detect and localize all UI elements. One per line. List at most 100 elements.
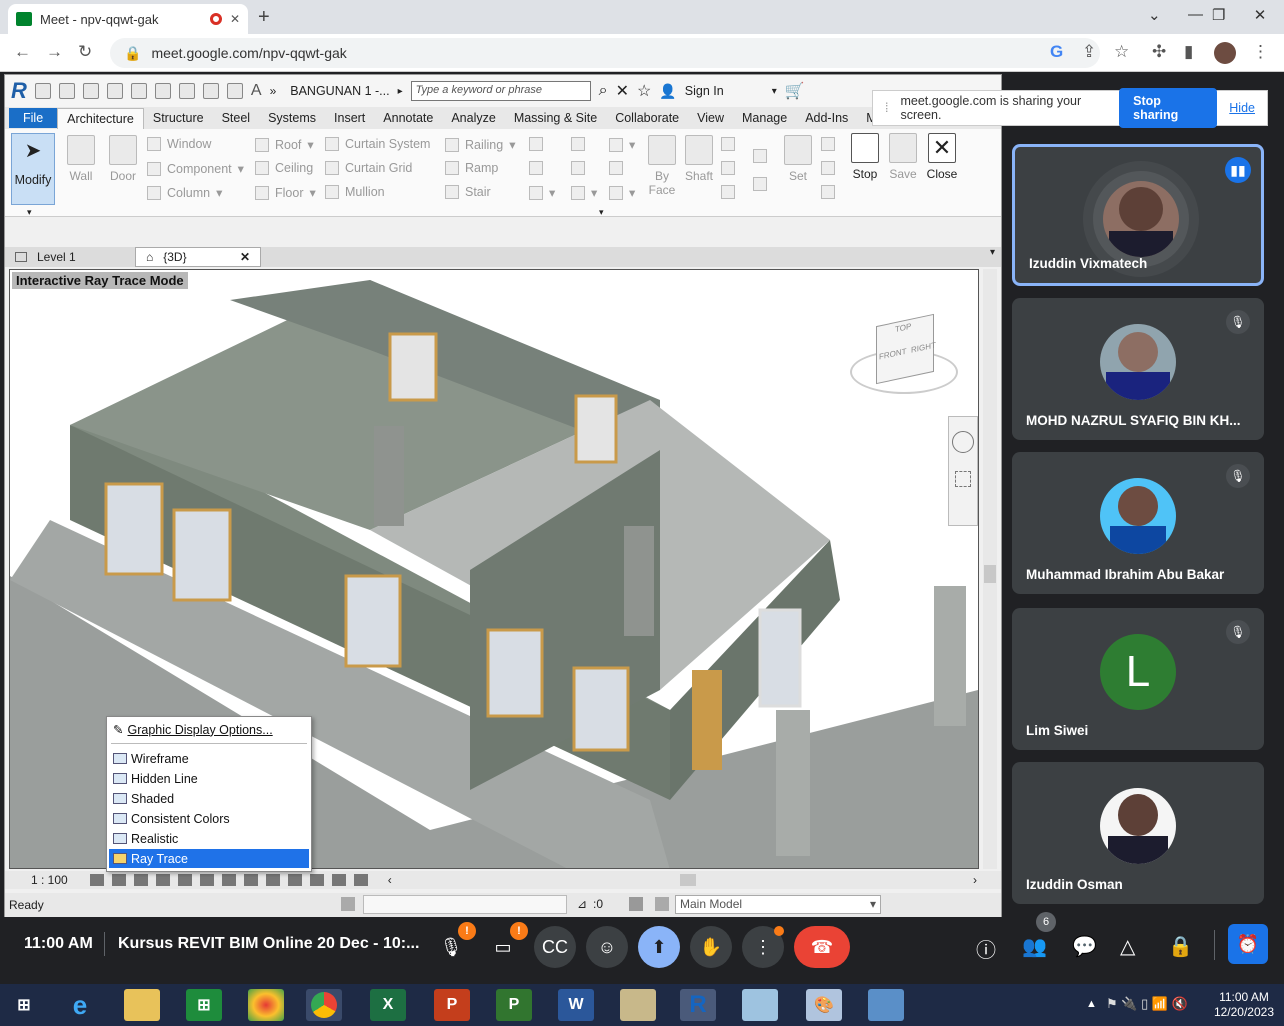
file-explorer-icon[interactable] [124, 989, 160, 1021]
tab-search-icon[interactable]: ⌄ [1148, 6, 1161, 24]
notepad-icon[interactable] [620, 989, 656, 1021]
viewcube-box[interactable]: TOP FRONT RIGHT [876, 313, 936, 385]
roof-button[interactable]: Roof ▾ [255, 137, 314, 152]
area-boundary-icon[interactable] [609, 161, 623, 175]
close-window-button[interactable]: ✕ [1236, 0, 1284, 28]
viewcube[interactable]: TOP FRONT RIGHT [850, 310, 960, 400]
design-options-icon[interactable] [629, 897, 643, 911]
wall-opening-icon[interactable] [721, 137, 735, 151]
dimension-icon[interactable] [202, 83, 219, 99]
editable-only-icon[interactable]: ⊿ [577, 897, 587, 911]
area-icon[interactable]: ▾ [609, 137, 635, 152]
view-tabs-dropdown-icon[interactable]: ▾ [990, 247, 1001, 267]
close-render-button[interactable]: ✕ Close [923, 133, 961, 181]
restore-button[interactable]: ❐ [1212, 6, 1225, 24]
menu-hidden-line[interactable]: Hidden Line [109, 769, 309, 788]
more-options-button[interactable]: ⋮ [742, 926, 784, 968]
menu-graphic-display-options[interactable]: ✎ Graphic Display Options... [109, 720, 309, 739]
internet-explorer-icon[interactable]: e [62, 989, 98, 1021]
horizontal-scroll-thumb[interactable] [679, 874, 696, 886]
view-tab-3d[interactable]: ⌂ {3D} ✕ [135, 247, 261, 267]
raise-hand-button[interactable]: ✋ [690, 926, 732, 968]
taskbar-clock[interactable]: 11:00 AM 12/20/2023 [1214, 990, 1274, 1020]
railing-button[interactable]: Railing ▾ [445, 137, 516, 152]
curtain-grid-button[interactable]: Curtain Grid [325, 161, 412, 175]
sign-in-link[interactable]: Sign In [685, 84, 724, 98]
menu-ray-trace[interactable]: Ray Trace [109, 849, 309, 868]
menu-wireframe[interactable]: Wireframe [109, 749, 309, 768]
snipping-icon[interactable] [868, 989, 904, 1021]
stop-render-button[interactable]: Stop [847, 133, 883, 181]
start-windows-icon[interactable]: ⊞ [6, 989, 42, 1021]
minimize-button[interactable]: — [1188, 6, 1203, 23]
dormer-icon[interactable] [721, 185, 735, 199]
horizontal-scrollbar[interactable] [400, 874, 965, 886]
excel-icon[interactable]: X [370, 989, 406, 1021]
cart-icon[interactable]: 🛒 [785, 81, 805, 101]
horizontal-scroll-right-icon[interactable]: › [973, 873, 1001, 887]
document-app-icon[interactable] [742, 989, 778, 1021]
participant-tile-4[interactable]: L 🎙 Lim Siwei [1012, 608, 1264, 750]
powerpoint-icon[interactable]: P [434, 989, 470, 1021]
room-separator-icon[interactable] [571, 161, 585, 175]
reload-icon[interactable]: ↻ [78, 42, 92, 62]
tab-view[interactable]: View [688, 108, 733, 128]
participant-tile-5[interactable]: Izuddin Osman [1012, 762, 1264, 904]
people-icon[interactable]: 👥 [1022, 934, 1047, 959]
wall-button[interactable]: Wall [63, 135, 99, 183]
measure-icon[interactable] [178, 83, 195, 99]
menu-shaded[interactable]: Shaded [109, 789, 309, 808]
reactions-button[interactable]: ☺ [586, 926, 628, 968]
participant-tile-2[interactable]: 🎙 MOHD NAZRUL SYAFIQ BIN KH... [1012, 298, 1264, 440]
captions-button[interactable]: CC [534, 926, 576, 968]
room-icon[interactable] [571, 137, 585, 151]
print-icon[interactable] [154, 83, 171, 99]
activities-icon[interactable]: △ [1120, 934, 1135, 959]
door-button[interactable]: Door [105, 135, 141, 183]
photo-app-icon[interactable] [248, 989, 284, 1021]
back-arrow-icon[interactable]: ← [14, 42, 31, 62]
show-work-plane-icon[interactable] [821, 137, 835, 151]
tab-architecture[interactable]: Architecture [57, 107, 144, 129]
vertical-scroll-thumb[interactable] [984, 565, 996, 583]
chrome-menu-icon[interactable]: ⋮ [1252, 42, 1269, 62]
timer-button[interactable]: ⏰ [1228, 924, 1268, 964]
by-face-button[interactable]: By Face [645, 135, 679, 197]
menu-realistic[interactable]: Realistic [109, 829, 309, 848]
store-icon[interactable]: ⊞ [186, 989, 222, 1021]
curtain-system-button[interactable]: Curtain System [325, 137, 430, 151]
text-icon[interactable]: A [251, 82, 262, 100]
horizontal-scroll-left-icon[interactable]: ‹ [388, 873, 392, 887]
sync-icon[interactable] [82, 83, 99, 99]
stair-button[interactable]: Stair [445, 185, 491, 199]
ceiling-button[interactable]: Ceiling [255, 161, 313, 175]
participant-tile-1[interactable]: ▮▮ Izuddin Vixmatech [1012, 144, 1264, 286]
viewport-vertical-scrollbar[interactable] [983, 269, 997, 869]
redo-icon[interactable] [130, 83, 147, 99]
camera-button[interactable]: ▭! [482, 922, 528, 968]
binoculars-icon[interactable]: ⌕ [599, 82, 608, 100]
main-model-selector[interactable]: Main Model ▾ [675, 895, 881, 914]
area-tag-icon[interactable]: ▾ [609, 185, 635, 200]
host-controls-icon[interactable]: 🔒 [1168, 934, 1193, 959]
room-panel-dropdown-icon[interactable]: ▾ [599, 207, 604, 218]
leave-call-button[interactable]: ☎ [794, 926, 850, 968]
stop-sharing-button[interactable]: Stop sharing [1119, 88, 1218, 128]
overflow-icon[interactable]: » [270, 84, 277, 98]
save-render-button[interactable]: Save [885, 133, 921, 181]
chat-icon[interactable]: 💬 [1072, 934, 1097, 959]
mic-button[interactable]: 🎙! [430, 922, 476, 968]
tab-steel[interactable]: Steel [213, 108, 260, 128]
tab-insert[interactable]: Insert [325, 108, 374, 128]
tab-manage[interactable]: Manage [733, 108, 796, 128]
room-tag-icon[interactable]: ▾ [571, 185, 597, 200]
tab-structure[interactable]: Structure [144, 108, 213, 128]
drag-handle-icon[interactable]: ⁞ [885, 101, 888, 115]
scale-selector[interactable]: 1 : 100 [31, 873, 68, 887]
chrome-taskbar-button[interactable] [306, 989, 342, 1021]
browser-tab-meet[interactable]: Meet - npv-qqwt-gak ✕ [8, 4, 248, 34]
bookmark-star-icon[interactable]: ☆ [1114, 42, 1129, 62]
favorites-star-icon[interactable]: ☆ [637, 81, 651, 101]
shaft-button[interactable]: Shaft [681, 135, 717, 183]
set-button[interactable]: Set [781, 135, 815, 183]
